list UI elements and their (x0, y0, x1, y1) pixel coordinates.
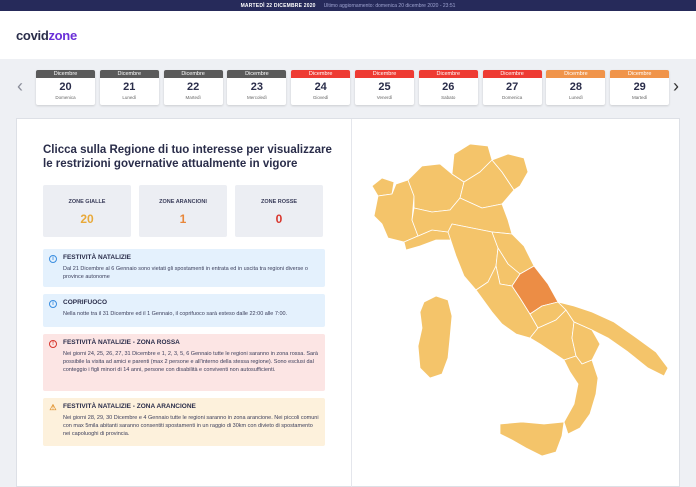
date-card[interactable]: Dicembre 20 Domenica (36, 70, 95, 105)
zone-value: 20 (80, 212, 94, 226)
date-month: Dicembre (163, 70, 223, 78)
date-number: 20 (59, 81, 72, 93)
date-weekday: Lunedì (569, 95, 583, 100)
date-selector: ‹ Dicembre 20 Domenica Dicembre 21 Lunedì Dice… (0, 59, 696, 115)
date-card[interactable]: Dicembre 24 Giovedì (291, 70, 351, 105)
zone-label: ZONE GIALLE (68, 199, 106, 205)
zone-label: ZONE ARANCIONI (159, 199, 207, 205)
notice-body: Nei giorni 28, 29, 30 Dicembre e 4 Genna… (63, 415, 319, 437)
date-month: Dicembre (227, 70, 287, 78)
zone-value: 1 (179, 212, 187, 226)
date-card[interactable]: Dicembre 25 Venerdì (355, 70, 414, 105)
date-weekday: Martedì (185, 95, 201, 100)
date-weekday: Lunedì (122, 95, 137, 100)
zone-label: ZONE ROSSE (260, 199, 298, 205)
date-month: Dicembre (546, 70, 606, 78)
top-info-bar: MARTEDÌ 22 DICEMBRE 2020 Ultimo aggiorna… (0, 0, 696, 11)
date-card[interactable]: Dicembre 29 Martedì (610, 70, 670, 105)
previous-arrow-icon[interactable]: ‹ (17, 77, 23, 95)
date-weekday: Venerdì (376, 95, 393, 100)
logo-part-1: covid (16, 28, 49, 43)
date-month: Dicembre (482, 70, 542, 78)
orange-zones-counter: ZONE ARANCIONI 1 (139, 185, 227, 237)
notice-holidays: i FESTIVITÀ NATALIZIE Dal 21 Dicembre al… (43, 249, 325, 287)
italy-regions-map[interactable] (352, 124, 676, 464)
notice-body: Dal 21 Dicembre al 6 Gennaio sono vietat… (63, 266, 308, 280)
date-number: 26 (442, 81, 455, 93)
date-month: Dicembre (36, 70, 95, 78)
zone-value: 0 (275, 212, 283, 226)
date-month: Dicembre (418, 70, 478, 78)
notice-title: FESTIVITÀ NATALIZIE - ZONA ARANCIONE (63, 403, 196, 410)
date-number: 23 (250, 81, 264, 93)
date-weekday: Domenica (55, 95, 76, 100)
date-card[interactable]: Dicembre 22 Martedì (163, 70, 223, 105)
date-month: Dicembre (291, 70, 351, 78)
date-month: Dicembre (610, 70, 670, 78)
warning-icon: ⚠ (49, 403, 57, 412)
info-icon: i (49, 300, 57, 308)
yellow-zones-counter: ZONE GIALLE 20 (43, 185, 131, 237)
region-sicilia[interactable] (499, 421, 565, 457)
date-weekday: Domenica (501, 95, 523, 100)
red-zones-counter: ZONE ROSSE 0 (235, 185, 323, 237)
logo-part-2: zone (48, 28, 77, 43)
date-month: Dicembre (355, 70, 414, 78)
alert-circle-icon: ! (49, 340, 57, 348)
date-card[interactable]: Dicembre 23 Mercoledì (227, 70, 287, 105)
current-date: MARTEDÌ 22 DICEMBRE 2020 (240, 2, 316, 9)
notice-body: Nei giorni 24, 25, 26, 27, 31 Dicembre e… (63, 351, 318, 373)
date-number: 28 (569, 81, 583, 93)
date-number: 21 (123, 81, 136, 93)
region-calabria[interactable] (563, 355, 599, 435)
date-card[interactable]: Dicembre 26 Sabato (418, 70, 478, 105)
date-weekday: Mercoledì (247, 95, 267, 100)
notice-red-zone: ! FESTIVITÀ NATALIZIE - ZONA ROSSA Nei g… (43, 334, 325, 391)
info-icon: i (49, 255, 57, 263)
date-weekday: Sabato (441, 95, 456, 100)
date-number: 24 (314, 81, 327, 93)
header: covidzone (0, 11, 696, 59)
page-title: Clicca sulla Regione di tuo interesse pe… (43, 144, 332, 170)
date-card[interactable]: Dicembre 28 Lunedì (546, 70, 606, 105)
region-valle-d-aosta[interactable] (371, 177, 395, 197)
date-card[interactable]: Dicembre 21 Lunedì (99, 70, 159, 105)
date-number: 27 (505, 81, 519, 93)
date-number: 29 (633, 81, 646, 93)
date-weekday: Martedì (632, 95, 648, 100)
notice-orange-zone: ⚠ FESTIVITÀ NATALIZIE - ZONA ARANCIONE N… (43, 398, 325, 446)
notice-body: Nella notte tra il 31 Dicembre ed il 1 G… (63, 311, 288, 317)
date-number: 22 (186, 81, 200, 93)
next-arrow-icon[interactable]: › (673, 77, 679, 95)
notice-curfew: i COPRIFUOCO Nella notte tra il 31 Dicem… (43, 294, 325, 327)
date-month: Dicembre (99, 70, 159, 78)
notice-title: COPRIFUOCO (63, 299, 108, 306)
notice-title: FESTIVITÀ NATALIZIE (63, 254, 132, 261)
date-card[interactable]: Dicembre 27 Domenica (482, 70, 542, 105)
date-weekday: Giovedì (312, 95, 329, 100)
notice-title: FESTIVITÀ NATALIZIE - ZONA ROSSA (63, 339, 180, 346)
last-update: Ultimo aggiornamento: domenica 20 dicemb… (323, 2, 456, 9)
region-sardegna[interactable] (417, 295, 453, 379)
date-number: 25 (378, 81, 391, 93)
logo[interactable]: covidzone (16, 28, 77, 43)
